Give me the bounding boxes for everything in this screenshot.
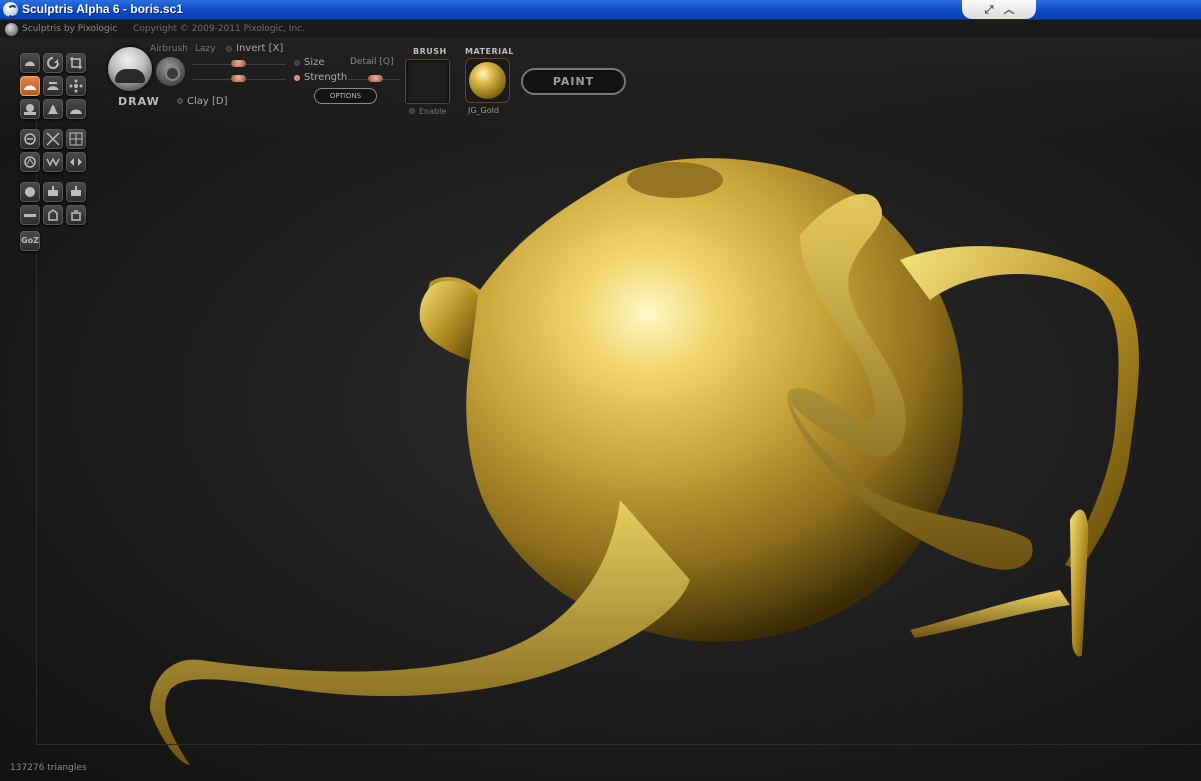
airbrush-label[interactable]: Airbrush [150,44,188,54]
size-toggle[interactable] [294,60,300,66]
material-slot[interactable] [465,58,510,103]
sculptris-app-icon[interactable] [3,2,18,18]
options-button[interactable]: OPTIONS [314,88,377,104]
inflate-icon[interactable] [20,99,40,119]
restore-icon[interactable]: ⤢ [981,3,997,16]
triangle-count: 137276 triangles [10,763,87,773]
clay-toggle[interactable] [177,98,183,104]
wireframe-icon[interactable] [43,152,63,172]
mask-icon[interactable] [43,129,63,149]
goz-icon[interactable]: GoZ [20,231,40,251]
viewport-frame [36,98,1201,745]
material-name: JG_Gold [468,106,499,115]
sphere-icon[interactable] [20,182,40,202]
pinch-icon[interactable] [43,99,63,119]
clay-label[interactable]: Clay [D] [187,96,228,107]
move-icon[interactable] [66,76,86,96]
grid-icon[interactable] [66,129,86,149]
flatten-icon[interactable] [43,76,63,96]
detail-slider-knob[interactable] [368,75,383,82]
chevron-up-icon[interactable]: ︿ [1001,3,1017,16]
export-obj-icon[interactable] [66,182,86,202]
material-header: MATERIAL [465,47,514,56]
mirror-icon[interactable] [66,152,86,172]
brush-falloff-preview[interactable] [156,57,185,86]
strength-label: Strength [304,72,348,83]
plane-icon[interactable] [20,205,40,225]
paint-mode-button[interactable]: PAINT [521,68,626,95]
window-title: Sculptris Alpha 6 - boris.sc1 [22,2,183,16]
material-sphere-icon [469,62,506,99]
brush-texture-slot[interactable] [405,59,450,104]
detail-label: Detail [Q] [350,57,394,67]
reduce-icon[interactable] [20,129,40,149]
smooth-icon[interactable] [66,99,86,119]
size-slider-knob[interactable] [231,60,246,67]
open-icon[interactable] [66,205,86,225]
draw-icon[interactable] [20,76,40,96]
draw-brush-preview[interactable] [108,47,152,91]
size-label: Size [304,57,325,68]
sculptris-workspace: Sculptris by Pixologic Copyright © 2009-… [0,20,1201,781]
brush-header: BRUSH [413,47,447,56]
clay-icon[interactable] [20,53,40,73]
strength-slider-knob[interactable] [231,75,246,82]
draw-tool-label: DRAW [118,95,160,108]
title-bar: Sculptris Alpha 6 - boris.sc1 ⤢ ︿ [0,0,1201,20]
enable-label: Enable [419,107,447,116]
invert-toggle[interactable] [226,46,232,52]
crop-icon[interactable] [66,53,86,73]
window-controls: ⤢ ︿ [962,0,1036,19]
strength-toggle[interactable] [294,75,300,81]
save-icon[interactable] [43,205,63,225]
lazy-label[interactable]: Lazy [195,44,216,54]
symmetry-icon[interactable] [20,152,40,172]
enable-toggle[interactable] [409,108,415,114]
rotate-icon[interactable] [43,53,63,73]
invert-label[interactable]: Invert [X] [236,43,283,54]
import-obj-icon[interactable] [43,182,63,202]
